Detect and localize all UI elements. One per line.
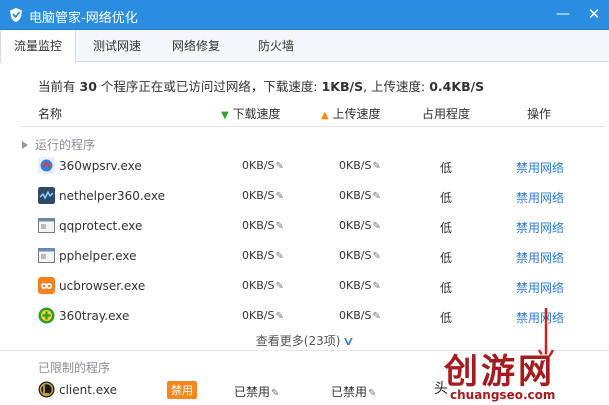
download-arrow-icon: ▼ <box>221 110 229 121</box>
app-name: nethelper360.exe <box>59 189 165 203</box>
360-safeguard-icon <box>38 157 55 174</box>
minimize-button[interactable]: — <box>548 0 578 30</box>
table-row: ucbrowser.exe 0KB/S✎ 0KB/S✎ 低 禁用网络 <box>0 271 609 301</box>
tab-traffic-monitor[interactable]: 流量监控 <box>0 30 76 63</box>
table-row: nethelper360.exe 0KB/S✎ 0KB/S✎ 低 禁用网络 <box>0 181 609 211</box>
title-bar: 电脑管家-网络优化 — ✕ <box>0 0 609 30</box>
disable-network-link[interactable]: 禁用网络 <box>516 189 564 206</box>
view-more-label: 查看更多(23项) <box>255 334 341 348</box>
watermark-domain: chuangseo.com <box>450 388 556 402</box>
usage-level: 低 <box>440 281 453 295</box>
edit-pencil-icon[interactable]: ✎ <box>275 161 283 172</box>
watermark-logo-text: 创游网 <box>444 352 555 392</box>
upload-speed[interactable]: 0KB/S✎ <box>339 159 381 172</box>
summary-prefix: 当前有 <box>38 79 76 94</box>
shield-logo-icon <box>10 8 22 22</box>
download-speed[interactable]: 0KB/S✎ <box>242 279 284 292</box>
usage-level: 低 <box>440 161 453 175</box>
disable-network-link[interactable]: 禁用网络 <box>516 249 564 266</box>
upload-speed[interactable]: 0KB/S✎ <box>339 279 381 292</box>
edit-pencil-icon[interactable]: ✎ <box>372 251 380 262</box>
edit-pencil-icon[interactable]: ✎ <box>372 281 380 292</box>
tab-bar: 流量监控 测试网速 网络修复 防火墙 <box>0 30 609 63</box>
download-speed[interactable]: 0KB/S✎ <box>242 189 284 202</box>
tab-speed-test[interactable]: 测试网速 <box>79 30 155 62</box>
app-name: ucbrowser.exe <box>59 279 146 293</box>
column-action: 操作 <box>527 107 552 121</box>
upload-speed[interactable]: 0KB/S✎ <box>339 189 381 202</box>
360-tray-icon <box>38 307 55 324</box>
table-row: 360wpsrv.exe 0KB/S✎ 0KB/S✎ 低 禁用网络 <box>0 151 609 181</box>
summary-middle: 个程序正在或已访问过网络，下载速度: <box>100 79 318 94</box>
download-speed[interactable]: 0KB/S✎ <box>242 249 284 262</box>
header-divider <box>20 126 605 127</box>
traffic-summary: 当前有 30 个程序正在或已访问过网络，下载速度: 1KB/S, 上传速度: 0… <box>38 76 484 95</box>
close-button[interactable]: ✕ <box>579 0 609 30</box>
usage-level: 低 <box>440 251 453 265</box>
upload-speed[interactable]: 0KB/S✎ <box>339 219 381 232</box>
expand-triangle-icon <box>22 141 28 149</box>
column-upload-label: 上传速度 <box>332 107 381 121</box>
column-name[interactable]: 名称 <box>38 105 62 122</box>
edit-pencil-icon[interactable]: ✎ <box>372 311 380 322</box>
total-download-speed: 1KB/S <box>321 79 364 94</box>
restricted-programs-group: 已限制的程序 <box>38 361 111 375</box>
generic-window-icon <box>38 248 55 263</box>
summary-upload-label: , 上传速度: <box>363 79 426 94</box>
generic-window-icon <box>38 218 55 233</box>
download-speed[interactable]: 0KB/S✎ <box>242 219 284 232</box>
app-name: pphelper.exe <box>59 249 137 263</box>
tab-network-repair[interactable]: 网络修复 <box>158 30 234 62</box>
disable-network-link[interactable]: 禁用网络 <box>516 279 564 296</box>
edit-pencil-icon[interactable]: ✎ <box>372 221 380 232</box>
usage-level: 低 <box>440 191 453 205</box>
total-upload-speed: 0.4KB/S <box>429 79 485 94</box>
upload-status[interactable]: 已禁用✎ <box>331 383 376 400</box>
edit-pencil-icon[interactable]: ✎ <box>275 281 283 292</box>
edit-pencil-icon[interactable]: ✎ <box>271 388 279 399</box>
usage-level: 低 <box>440 311 453 325</box>
column-usage[interactable]: 占用程度 <box>422 105 470 122</box>
edit-pencil-icon[interactable]: ✎ <box>275 251 283 262</box>
table-row: qqprotect.exe 0KB/S✎ 0KB/S✎ 低 禁用网络 <box>0 211 609 241</box>
edit-pencil-icon[interactable]: ✎ <box>372 161 380 172</box>
column-download-label: 下载速度 <box>232 107 281 121</box>
disabled-badge: 禁用 <box>167 381 197 399</box>
column-upload[interactable]: ▲ 上传速度 <box>321 105 381 122</box>
usage-level: 低 <box>440 221 453 235</box>
chevron-down-icon: ∨ <box>342 334 356 348</box>
upload-arrow-icon: ▲ <box>321 110 329 121</box>
download-status[interactable]: 已禁用✎ <box>234 383 279 400</box>
edit-pencil-icon[interactable]: ✎ <box>368 388 376 399</box>
table-row: 360tray.exe 0KB/S✎ 0KB/S✎ 低 禁用网络 <box>0 301 609 331</box>
disable-network-link[interactable]: 禁用网络 <box>516 219 564 236</box>
edit-pencil-icon[interactable]: ✎ <box>275 221 283 232</box>
disable-network-link[interactable]: 禁用网络 <box>516 159 564 176</box>
watermark: 头 创游网 chuangseo.com <box>404 340 609 405</box>
program-count: 30 <box>79 79 97 94</box>
window-title: 电脑管家-网络优化 <box>29 11 138 26</box>
column-download[interactable]: ▼ 下载速度 <box>221 105 281 122</box>
upload-speed[interactable]: 0KB/S✎ <box>339 249 381 262</box>
column-header: 名称 ▼ 下载速度 ▲ 上传速度 占用程度 操作 <box>0 100 609 124</box>
app-name: 360wpsrv.exe <box>59 159 142 173</box>
download-speed[interactable]: 0KB/S✎ <box>242 159 284 172</box>
edit-pencil-icon[interactable]: ✎ <box>372 191 380 202</box>
network-helper-icon <box>38 187 55 204</box>
app-name: client.exe <box>59 383 118 397</box>
app-name: 360tray.exe <box>59 309 130 323</box>
running-group-label: 运行的程序 <box>35 138 96 152</box>
game-client-icon <box>38 381 55 398</box>
upload-speed[interactable]: 0KB/S✎ <box>339 309 381 322</box>
edit-pencil-icon[interactable]: ✎ <box>275 191 283 202</box>
uc-browser-icon <box>38 277 55 294</box>
edit-pencil-icon[interactable]: ✎ <box>275 311 283 322</box>
app-name: qqprotect.exe <box>59 219 143 233</box>
download-speed[interactable]: 0KB/S✎ <box>242 309 284 322</box>
tab-firewall[interactable]: 防火墙 <box>238 30 314 62</box>
table-row: pphelper.exe 0KB/S✎ 0KB/S✎ 低 禁用网络 <box>0 241 609 271</box>
